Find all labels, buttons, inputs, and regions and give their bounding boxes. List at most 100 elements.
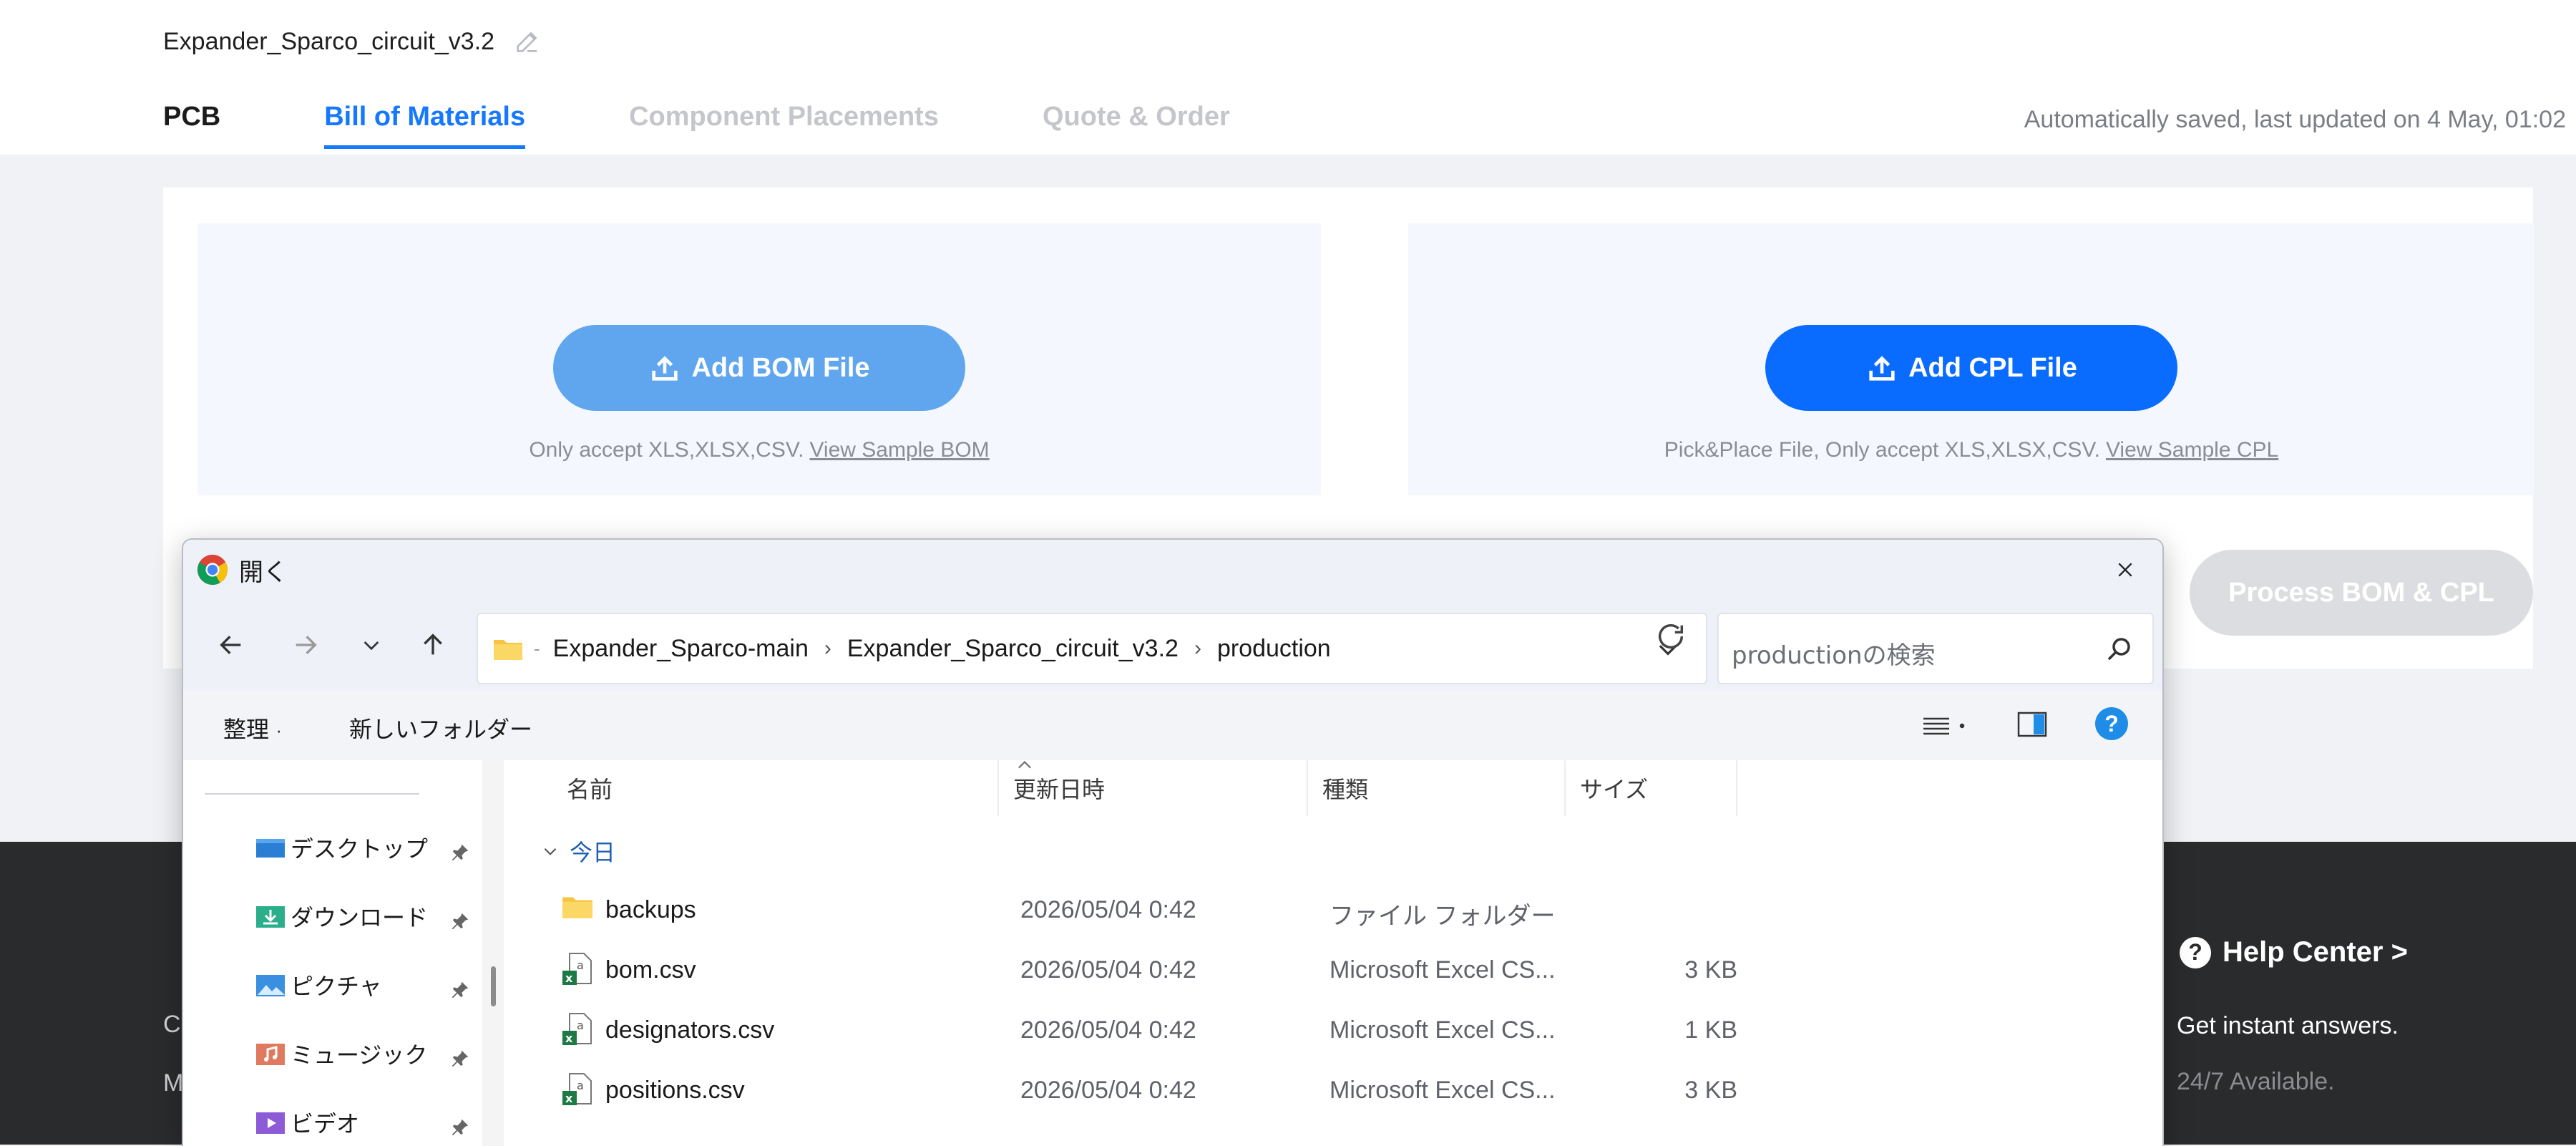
search-box[interactable]: productionの検索	[1717, 613, 2154, 684]
help-icon[interactable]: ?	[2095, 707, 2128, 740]
sidebar-scrollbar[interactable]	[482, 760, 504, 1146]
sidebar-item-downloads[interactable]: ダウンロード	[255, 895, 428, 938]
new-folder-button[interactable]: 新しいフォルダー	[349, 712, 532, 744]
svg-text:x: x	[565, 971, 573, 985]
column-header-type[interactable]: 種類	[1308, 760, 1566, 816]
scrollbar-thumb[interactable]	[491, 966, 496, 1006]
file-list: 名前 更新日時 種類 サイズ 今日 backups 2026/05/04 0:4…	[519, 760, 2162, 1146]
file-open-dialog: 開く - Expander_Sparco-main › Expander_Spa…	[182, 538, 2164, 1146]
address-bar[interactable]: - Expander_Sparco-main › Expander_Sparco…	[477, 613, 1707, 684]
tab-pcb[interactable]: PCB	[163, 102, 220, 149]
file-name: bom.csv	[605, 956, 696, 984]
pin-icon[interactable]	[449, 1117, 471, 1138]
sidebar-divider	[205, 793, 419, 795]
add-cpl-file-button[interactable]: Add CPL File	[1765, 325, 2177, 411]
project-title-text: Expander_Sparco_circuit_v3.2	[163, 27, 495, 55]
svg-text:a: a	[577, 1019, 584, 1032]
tab-quote-order[interactable]: Quote & Order	[1043, 102, 1230, 149]
sidebar-item-label: ピクチャ	[291, 973, 382, 1000]
file-row[interactable]: ax bom.csv 2026/05/04 0:42 Microsoft Exc…	[519, 942, 1879, 1002]
arrow-right-icon	[296, 636, 317, 654]
pin-icon[interactable]	[449, 1048, 471, 1069]
sidebar-item-label: ミュージック	[291, 1041, 428, 1069]
pin-icon[interactable]	[449, 842, 471, 863]
help-availability: 24/7 Available.	[2177, 1068, 2335, 1095]
pin-icon[interactable]	[449, 911, 471, 932]
video-icon	[256, 1112, 285, 1134]
chrome-icon	[197, 554, 228, 586]
breadcrumb-item[interactable]: Expander_Sparco_circuit_v3.2	[847, 635, 1179, 663]
breadcrumb-item[interactable]: production	[1217, 635, 1331, 663]
breadcrumb-item[interactable]: Expander_Sparco-main	[553, 635, 809, 663]
file-date: 2026/05/04 0:42	[1020, 1016, 1196, 1044]
dialog-toolbar: 整理 · 新しいフォルダー ?	[183, 690, 2162, 760]
folder-icon	[562, 897, 592, 918]
refresh-icon[interactable]	[1654, 620, 1687, 653]
edit-pencil-icon[interactable]	[513, 27, 542, 56]
column-header-size[interactable]: サイズ	[1566, 760, 1737, 816]
view-sample-cpl-link[interactable]: View Sample CPL	[2106, 438, 2278, 462]
file-name: designators.csv	[605, 1016, 775, 1044]
top-header: Expander_Sparco_circuit_v3.2 PCB Bill of…	[0, 0, 2576, 155]
help-center-link[interactable]: ? Help Center >	[2180, 936, 2408, 968]
view-options-icon[interactable]	[1921, 712, 1971, 740]
close-icon	[2118, 563, 2132, 577]
file-name: positions.csv	[605, 1077, 745, 1104]
desktop-icon	[256, 839, 285, 858]
file-row[interactable]: ax positions.csv 2026/05/04 0:42 Microso…	[519, 1062, 1879, 1122]
tab-component-placements[interactable]: Component Placements	[629, 102, 939, 149]
cpl-hint-text: Pick&Place File, Only accept XLS,XLSX,CS…	[1664, 438, 2100, 462]
file-type: Microsoft Excel CS...	[1330, 1077, 1556, 1104]
svg-text:x: x	[565, 1031, 573, 1045]
sidebar-item-label: ダウンロード	[291, 904, 429, 931]
sidebar-item-label: デスクトップ	[291, 835, 429, 863]
file-row[interactable]: backups 2026/05/04 0:42 ファイル フォルダー	[519, 882, 1879, 942]
pictures-icon	[256, 975, 285, 996]
file-date: 2026/05/04 0:42	[1020, 896, 1196, 923]
bom-upload-area[interactable]: Add BOM File Only accept XLS,XLSX,CSV. Vi…	[197, 223, 1321, 495]
column-header-date[interactable]: 更新日時	[999, 760, 1308, 816]
sidebar-item-music[interactable]: ミュージック	[255, 1032, 427, 1075]
organize-menu[interactable]: 整理 ·	[223, 712, 281, 744]
svg-text:a: a	[577, 958, 584, 972]
view-sample-bom-link[interactable]: View Sample BOM	[809, 438, 989, 462]
add-bom-file-button[interactable]: Add BOM File	[553, 325, 965, 411]
sidebar-item-desktop[interactable]: デスクトップ	[255, 826, 428, 869]
recent-locations-button[interactable]	[352, 626, 391, 664]
pin-icon[interactable]	[449, 979, 471, 1001]
process-bom-cpl-button[interactable]: Process BOM & CPL	[2190, 550, 2533, 636]
arrow-up-icon	[424, 633, 442, 655]
dialog-navbar: - Expander_Sparco-main › Expander_Sparco…	[183, 600, 2162, 690]
up-button[interactable]	[414, 626, 452, 664]
close-button[interactable]	[2108, 553, 2142, 587]
file-type: ファイル フォルダー	[1330, 903, 1556, 930]
forward-button[interactable]	[286, 626, 325, 664]
file-date: 2026/05/04 0:42	[1020, 1077, 1196, 1104]
svg-text:x: x	[565, 1092, 573, 1105]
navigation-pane: デスクトップ ダウンロード ピクチャ ミュージック ビデオ	[183, 760, 482, 1146]
dialog-body: デスクトップ ダウンロード ピクチャ ミュージック ビデオ 名前 更新日時 種類…	[183, 760, 2162, 1146]
sidebar-item-label: ビデオ	[291, 1110, 360, 1137]
column-header-name[interactable]: 名前	[541, 760, 999, 816]
back-button[interactable]	[212, 626, 250, 664]
group-header-today[interactable]: 今日	[541, 835, 615, 868]
upload-icon	[1869, 356, 1895, 381]
dialog-title: 開く	[239, 558, 288, 587]
chevron-right-icon: ›	[824, 636, 831, 660]
tab-bill-of-materials[interactable]: Bill of Materials	[324, 102, 526, 149]
help-center-label: Help Center >	[2223, 936, 2408, 968]
search-input[interactable]: productionの検索	[1732, 636, 1936, 671]
arrow-left-icon	[220, 636, 241, 654]
file-date: 2026/05/04 0:42	[1020, 956, 1196, 984]
preview-pane-icon[interactable]	[2016, 710, 2048, 739]
sidebar-item-video[interactable]: ビデオ	[255, 1101, 359, 1144]
file-row[interactable]: ax designators.csv 2026/05/04 0:42 Micro…	[519, 1002, 1879, 1062]
file-type: Microsoft Excel CS...	[1330, 1016, 1556, 1044]
music-icon	[256, 1044, 285, 1065]
add-cpl-file-label: Add CPL File	[1908, 352, 2077, 383]
chevron-down-icon	[364, 641, 379, 651]
help-subtitle: Get instant answers.	[2177, 1012, 2399, 1039]
project-title: Expander_Sparco_circuit_v3.2	[163, 27, 542, 56]
cpl-upload-area[interactable]: Add CPL File Pick&Place File, Only accep…	[1408, 223, 2534, 495]
sidebar-item-pictures[interactable]: ピクチャ	[255, 963, 382, 1006]
